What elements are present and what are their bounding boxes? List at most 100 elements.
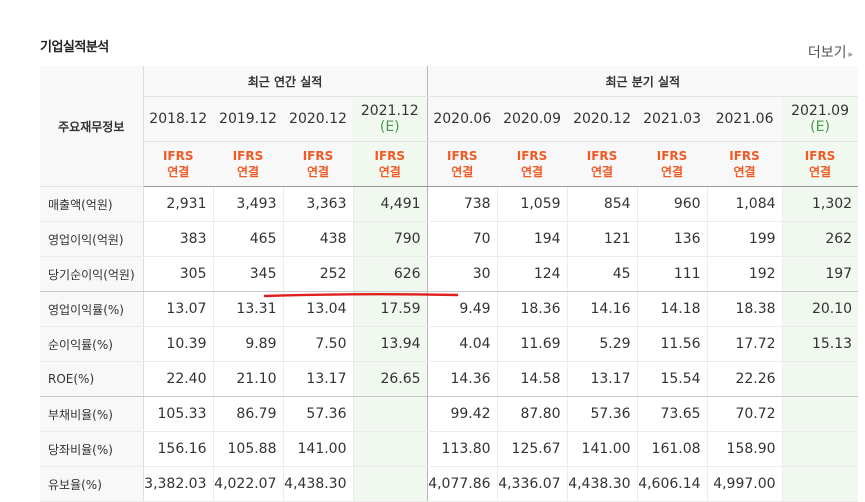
table-cell: 2,931 [142, 186, 213, 222]
table-row: 매출액(억원) 2,931 3,493 3,363 4,491 738 1,059 854 96… [40, 186, 859, 222]
table-cell: 5.29 [566, 326, 638, 362]
table-cell: 30 [426, 256, 498, 292]
basis-standard: IFRS [656, 149, 688, 163]
period-label: 2020.12 [573, 111, 631, 127]
period-header: 2021.12 (E) [353, 96, 428, 142]
table-row: 유보율(%) 3,382.03 4,022.07 4,438.30 4,077.86 4,… [40, 466, 859, 502]
basis-header: IFRS 연결 [283, 141, 353, 187]
table-cell: 252 [282, 256, 353, 292]
row-label: 유보율(%) [40, 466, 144, 502]
table-cell: 113.80 [426, 431, 498, 467]
table-cell: 14.58 [496, 361, 568, 397]
table-cell: 141.00 [566, 431, 638, 467]
period-label: 2021.09 [791, 103, 849, 119]
basis-consolidation: 연결 [591, 165, 614, 179]
table-cell: 17.72 [706, 326, 783, 362]
basis-standard: IFRS [447, 149, 478, 163]
table-cell: 4,491 [352, 186, 428, 222]
table-cell: 18.38 [706, 291, 783, 327]
table-cell [352, 431, 428, 467]
basis-standard: IFRS [232, 149, 264, 163]
basis-standard: IFRS [586, 149, 618, 163]
table-cell [781, 466, 859, 502]
row-label: 당기순이익(억원) [40, 256, 144, 292]
table-cell: 13.31 [212, 291, 283, 327]
table-cell: 105.88 [212, 431, 283, 467]
table-cell: 11.56 [636, 326, 708, 362]
row-label: 당좌비율(%) [40, 431, 144, 467]
table-cell: 438 [282, 221, 353, 257]
table-row: 당좌비율(%) 156.16 105.88 141.00 113.80 125.67 141… [40, 431, 859, 467]
basis-header: IFRS 연결 [637, 141, 708, 187]
basis-standard: IFRS [374, 149, 406, 163]
period-label: 2020.06 [433, 111, 492, 127]
quarter-group-header: 최근 분기 실적 [426, 66, 859, 97]
row-label: 영업이익(억원) [40, 221, 144, 257]
period-header: 2019.12 [213, 96, 283, 142]
table-row: 영업이익률(%) 13.07 13.31 13.04 17.59 9.49 18.36 14.… [40, 291, 859, 327]
period-label: 2019.12 [219, 111, 277, 127]
row-header-label: 주요재무정보 [40, 66, 144, 187]
estimate-label: (E) [810, 119, 830, 135]
table-cell: 22.26 [706, 361, 783, 397]
table-cell: 192 [706, 256, 783, 292]
table-cell: 4,077.86 [426, 466, 498, 502]
basis-header: IFRS 연결 [143, 141, 213, 187]
table-cell: 4,438.30 [566, 466, 638, 502]
basis-header: IFRS 연결 [353, 141, 428, 187]
row-label: 영업이익률(%) [40, 291, 144, 327]
basis-consolidation: 연결 [521, 165, 544, 179]
table-cell: 199 [706, 221, 783, 257]
basis-header: IFRS 연결 [707, 141, 783, 187]
table-cell: 9.89 [212, 326, 283, 362]
table-cell: 9.49 [426, 291, 498, 327]
table-cell: 960 [636, 186, 708, 222]
table-cell: 13.04 [282, 291, 353, 327]
basis-consolidation: 연결 [378, 165, 401, 179]
table-cell: 13.94 [352, 326, 428, 362]
row-label: ROE(%) [40, 361, 144, 397]
table-cell: 121 [566, 221, 638, 257]
table-row: 당기순이익(억원) 305 345 252 626 30 124 45 111 192 197 [40, 256, 859, 292]
annual-group-header: 최근 연간 실적 [143, 66, 428, 97]
period-label: 2021.06 [715, 111, 774, 127]
period-header: 2021.06 [707, 96, 783, 142]
table-cell: 1,059 [496, 186, 568, 222]
table-cell: 15.13 [781, 326, 859, 362]
table-cell: 45 [566, 256, 638, 292]
basis-header: IFRS 연결 [213, 141, 283, 187]
basis-consolidation: 연결 [809, 165, 832, 179]
basis-consolidation: 연결 [451, 165, 474, 179]
basis-consolidation: 연결 [167, 165, 190, 179]
basis-consolidation: 연결 [236, 165, 260, 179]
basis-standard: IFRS [302, 149, 334, 163]
table-cell: 57.36 [282, 396, 353, 432]
table-cell: 3,363 [282, 186, 353, 222]
table-cell: 4,606.14 [636, 466, 708, 502]
table-cell: 1,302 [781, 186, 859, 222]
period-header: 2020.09 [497, 96, 568, 142]
estimate-label: (E) [379, 119, 400, 135]
table-row: 영업이익(억원) 383 465 438 790 70 194 121 136 199 262 [40, 221, 859, 257]
basis-standard: IFRS [516, 149, 548, 163]
table-cell: 158.90 [706, 431, 783, 467]
more-link[interactable]: 더보기 ▸ [808, 42, 853, 62]
period-header: 2021.03 [637, 96, 708, 142]
period-label: 2020.12 [289, 111, 347, 127]
table-cell: 111 [636, 256, 708, 292]
table-cell: 26.65 [352, 361, 428, 397]
table-cell: 4,438.30 [282, 466, 353, 502]
table-cell: 790 [352, 221, 428, 257]
basis-header: IFRS 연결 [497, 141, 568, 187]
table-cell: 11.69 [496, 326, 568, 362]
section-title: 기업실적분석 [40, 40, 109, 55]
period-header: 2020.12 [283, 96, 353, 142]
period-label: 2020.09 [503, 111, 561, 127]
table-cell: 141.00 [282, 431, 353, 467]
period-header: 2020.06 [426, 96, 498, 142]
table-cell: 156.16 [142, 431, 213, 467]
table-cell: 738 [426, 186, 498, 222]
table-cell: 345 [212, 256, 283, 292]
table-cell: 4.04 [426, 326, 498, 362]
table-cell [352, 396, 428, 432]
